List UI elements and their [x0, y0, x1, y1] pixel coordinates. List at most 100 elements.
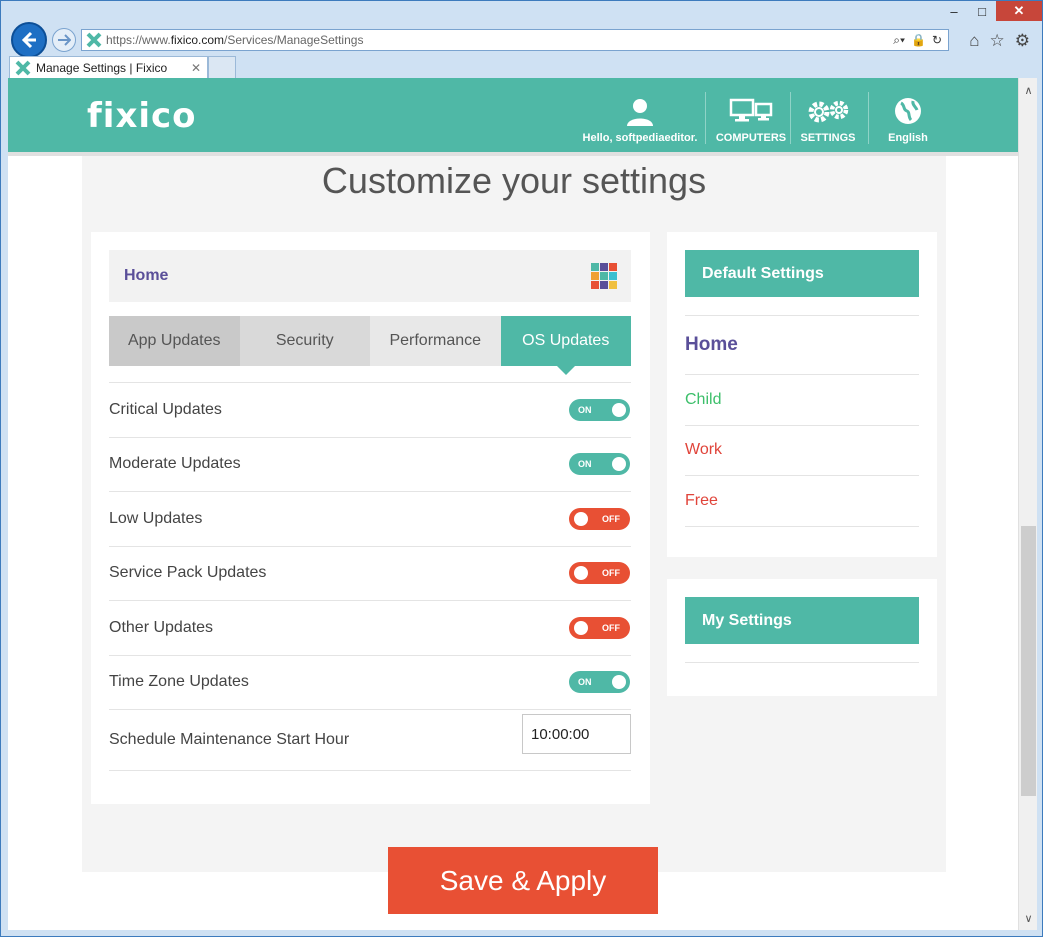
toggle-state: OFF: [602, 622, 620, 633]
star-icon[interactable]: ☆: [990, 31, 1005, 51]
profile-item-child[interactable]: Child: [685, 374, 919, 425]
forward-button[interactable]: [52, 28, 76, 52]
nav-divider: [868, 92, 869, 144]
window-controls: – □ ✕: [940, 1, 1042, 23]
toggle-knob: [612, 402, 626, 417]
list-item: Critical Updates ON: [109, 382, 631, 437]
updates-list: Critical Updates ON Moderate Updates ON …: [109, 382, 631, 771]
other-updates-toggle[interactable]: OFF: [569, 616, 630, 639]
grid-cell: [609, 272, 617, 280]
main-panel: Customize your settings Home App Updates…: [82, 156, 946, 872]
time-zone-updates-toggle[interactable]: ON: [569, 671, 630, 694]
save-apply-button[interactable]: Save & Apply: [388, 847, 658, 914]
default-settings-card: Default Settings Home Child Work Free: [667, 232, 937, 557]
grid-cell: [591, 281, 599, 289]
list-item: Other Updates OFF: [109, 600, 631, 655]
list-divider: [685, 662, 919, 663]
url-domain: fixico.com: [170, 33, 225, 47]
toggle-state: ON: [578, 404, 592, 415]
refresh-icon[interactable]: ↻: [932, 33, 942, 48]
nav-user[interactable]: Hello, softpediaeditor.: [580, 92, 700, 144]
computers-label: COMPUTERS: [715, 132, 787, 144]
scroll-up-icon[interactable]: ∧: [1019, 80, 1038, 100]
back-button[interactable]: [11, 22, 47, 58]
default-profile-list: Home Child Work Free: [685, 315, 919, 527]
address-bar[interactable]: https://www.fixico.com/Services/ManageSe…: [81, 29, 949, 51]
language-label: English: [888, 132, 928, 144]
update-label: Low Updates: [109, 509, 203, 527]
list-item: Low Updates OFF: [109, 491, 631, 546]
profile-item-label: Free: [685, 491, 718, 509]
toggle-state: ON: [578, 459, 592, 470]
profile-name: Home: [124, 267, 169, 284]
fixico-favicon-icon: [86, 32, 102, 48]
profile-item-label: Home: [685, 334, 738, 355]
nav-language[interactable]: English: [876, 92, 940, 144]
fixico-favicon-icon: [15, 60, 31, 75]
new-tab-button[interactable]: [208, 56, 236, 78]
gear-icon[interactable]: ⚙: [1015, 31, 1030, 51]
arrow-right-icon: [58, 34, 71, 46]
browser-window: – □ ✕ https://www.fixico.com/Services/Ma…: [0, 0, 1043, 937]
gears-icon: [808, 100, 849, 123]
profile-item-home[interactable]: Home: [685, 315, 919, 374]
toggle-state: OFF: [602, 513, 620, 524]
minimize-button[interactable]: –: [940, 1, 968, 21]
grid-cell: [600, 263, 608, 271]
maintenance-hour-input[interactable]: 10:00:00: [522, 714, 631, 754]
grid-cell: [591, 272, 599, 280]
tab-app-updates[interactable]: App Updates: [109, 316, 240, 366]
grid-cell: [609, 281, 617, 289]
grid-cell: [600, 281, 608, 289]
profile-item-free[interactable]: Free: [685, 475, 919, 526]
scroll-thumb[interactable]: [1021, 526, 1036, 796]
tab-close-icon[interactable]: ✕: [191, 61, 201, 75]
update-label: Moderate Updates: [109, 455, 241, 473]
my-settings-header[interactable]: My Settings: [685, 597, 919, 644]
site-header: fixico Hello, softpediaeditor. COMPUTERS…: [8, 78, 1018, 156]
globe-icon: [895, 98, 921, 124]
tab-os-updates[interactable]: OS Updates: [500, 316, 631, 375]
vertical-scrollbar[interactable]: ∧ ∨: [1018, 78, 1037, 930]
fixico-logo[interactable]: fixico: [87, 96, 197, 136]
nav-divider: [705, 92, 706, 144]
nav-divider: [790, 92, 791, 144]
toggle-state: OFF: [602, 568, 620, 579]
maintenance-row: Schedule Maintenance Start Hour 10:00:00: [109, 709, 631, 771]
settings-card: Home App Updates Security Performance OS…: [91, 232, 650, 804]
close-window-button[interactable]: ✕: [996, 1, 1042, 21]
nav-computers[interactable]: COMPUTERS: [711, 92, 791, 144]
maximize-button[interactable]: □: [968, 1, 996, 21]
search-icon[interactable]: ⌕▾: [893, 33, 905, 48]
page-title: Customize your settings: [321, 160, 707, 201]
default-settings-header: Default Settings: [685, 250, 919, 297]
apps-grid-icon[interactable]: [591, 263, 617, 289]
list-item: Moderate Updates ON: [109, 436, 631, 492]
tab-security[interactable]: Security: [239, 316, 370, 366]
lock-icon[interactable]: 🔒: [911, 33, 926, 48]
grid-cell: [591, 263, 599, 271]
my-settings-card: My Settings: [667, 579, 937, 696]
tab-performance[interactable]: Performance: [370, 316, 501, 366]
nav-settings[interactable]: SETTINGS: [795, 92, 861, 144]
maintenance-label: Schedule Maintenance Start Hour: [109, 731, 350, 748]
update-label: Other Updates: [109, 618, 214, 636]
update-label: Time Zone Updates: [109, 673, 249, 691]
profile-item-label: Child: [685, 390, 722, 408]
service-pack-updates-toggle[interactable]: OFF: [569, 562, 630, 585]
list-item: Service Pack Updates OFF: [109, 545, 631, 601]
url-path: /Services/ManageSettings: [224, 33, 364, 47]
toggle-knob: [612, 675, 626, 690]
page-viewport: fixico Hello, softpediaeditor. COMPUTERS…: [8, 78, 1018, 930]
computers-icon: [729, 98, 773, 122]
grid-cell: [600, 272, 608, 280]
moderate-updates-toggle[interactable]: ON: [569, 453, 630, 476]
scroll-down-icon[interactable]: ∨: [1019, 908, 1038, 928]
browser-tab[interactable]: Manage Settings | Fixico ✕: [9, 56, 208, 78]
low-updates-toggle[interactable]: OFF: [569, 507, 630, 530]
update-label: Critical Updates: [109, 400, 222, 418]
profile-item-work[interactable]: Work: [685, 424, 919, 476]
critical-updates-toggle[interactable]: ON: [569, 398, 630, 421]
home-icon[interactable]: ⌂: [969, 31, 979, 51]
toggle-knob: [574, 566, 588, 581]
